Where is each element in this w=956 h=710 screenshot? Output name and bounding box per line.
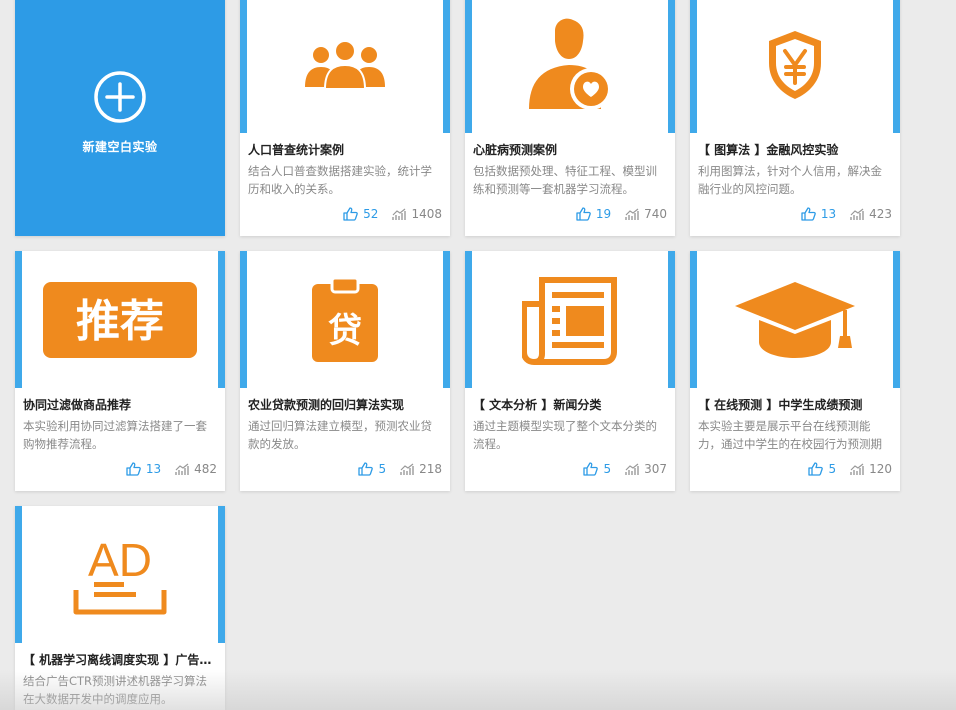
trend-chart-icon	[850, 208, 864, 220]
new-blank-experiment-label: 新建空白实验	[82, 139, 158, 154]
like-count: 13	[145, 462, 162, 476]
card-title: 【 图算法 】金融风控实验	[698, 143, 839, 157]
trend-chart-icon	[175, 463, 189, 475]
view-count-group: 218	[400, 462, 442, 476]
experiment-grid: 新建空白实验 人口普查统计案例 结合人口普查数据搭建实验，统计学历和收入的关系。…	[0, 0, 956, 710]
card-title: 人口普查统计案例	[248, 143, 345, 157]
like-button[interactable]: 13	[801, 207, 836, 221]
trend-chart-icon	[625, 208, 639, 220]
card-title: 农业贷款预测的回归算法实现	[248, 398, 405, 412]
recommend-icon-text: 推荐	[76, 296, 164, 347]
card-thumbnail	[240, 0, 450, 133]
like-button[interactable]: 13	[126, 462, 161, 476]
card-thumbnail	[465, 251, 675, 388]
view-count: 1408	[411, 207, 442, 221]
like-count: 13	[820, 207, 837, 221]
card-thumbnail: 贷	[240, 251, 450, 388]
card-description: 本实验主要是展示平台在线预测能力，通过中学生的在校园行为预测期末成绩。	[698, 419, 882, 451]
card-description: 通过回归算法建立模型，预测农业贷款的发放。	[248, 419, 432, 451]
card-description: 结合人口普查数据搭建实验，统计学历和收入的关系。	[248, 164, 432, 196]
card-title: 【 文本分析 】新闻分类	[473, 398, 602, 412]
thumbs-up-icon	[576, 207, 591, 221]
thumbs-up-icon	[126, 462, 141, 476]
card-stats: 13 423	[801, 207, 892, 221]
trend-chart-icon	[392, 208, 407, 220]
card-stats: 5 307	[583, 462, 667, 476]
experiment-card[interactable]: 【 在线预测 】中学生成绩预测 本实验主要是展示平台在线预测能力，通过中学生的在…	[690, 251, 900, 491]
experiment-card[interactable]: 贷 农业贷款预测的回归算法实现 通过回归算法建立模型，预测农业贷款的发放。 5 …	[240, 251, 450, 491]
card-title: 【 机器学习离线调度实现 】广告CTR预测	[23, 653, 217, 667]
view-count-group: 307	[625, 462, 667, 476]
view-count: 740	[644, 207, 667, 221]
card-stats: 13 482	[126, 462, 217, 476]
card-title: 【 在线预测 】中学生成绩预测	[698, 398, 863, 412]
card-description: 本实验利用协同过滤算法搭建了一套购物推荐流程。	[23, 419, 207, 451]
view-count: 423	[869, 207, 892, 221]
new-blank-experiment-button[interactable]: 新建空白实验	[15, 0, 225, 236]
card-stats: 5 218	[358, 462, 442, 476]
view-count: 120	[869, 462, 892, 476]
like-button[interactable]: 52	[343, 207, 378, 221]
doctor-heart-icon	[529, 18, 612, 110]
view-count-group: 482	[175, 462, 217, 476]
like-count: 19	[595, 207, 612, 221]
card-stats: 5 120	[808, 462, 892, 476]
ad-icon: AD	[73, 534, 167, 614]
thumbs-up-icon	[808, 462, 824, 476]
people-group-icon	[305, 39, 385, 90]
view-count-group: 1408	[392, 207, 442, 221]
card-thumbnail	[690, 251, 900, 388]
loan-icon-text: 贷	[328, 311, 362, 351]
experiment-card[interactable]: AD 【 机器学习离线调度实现 】广告CTR预测 结合广告CTR预测讲述机器学习…	[15, 506, 225, 710]
view-count-group: 740	[625, 207, 667, 221]
trend-chart-icon	[400, 463, 414, 475]
card-title: 心脏病预测案例	[473, 143, 558, 157]
card-description: 利用图算法，针对个人信用，解决金融行业的风控问题。	[698, 164, 882, 196]
experiment-card[interactable]: 心脏病预测案例 包括数据预处理、特征工程、模型训练和预测等一套机器学习流程。 1…	[465, 0, 675, 236]
view-count-group: 423	[850, 207, 892, 221]
experiment-card[interactable]: 人口普查统计案例 结合人口普查数据搭建实验，统计学历和收入的关系。 52 140…	[240, 0, 450, 236]
thumbs-up-icon	[343, 207, 358, 221]
experiment-card[interactable]: 【 图算法 】金融风控实验 利用图算法，针对个人信用，解决金融行业的风控问题。 …	[690, 0, 900, 236]
card-title: 协同过滤做商品推荐	[23, 398, 132, 412]
recommend-icon: 推荐	[43, 281, 197, 358]
card-stats: 19 740	[576, 207, 667, 221]
graduation-cap-icon	[735, 281, 855, 358]
like-button[interactable]: 5	[358, 462, 386, 476]
like-button[interactable]: 5	[583, 462, 611, 476]
view-count: 218	[419, 462, 442, 476]
experiment-card[interactable]: 推荐 协同过滤做商品推荐 本实验利用协同过滤算法搭建了一套购物推荐流程。 13 …	[15, 251, 225, 491]
trend-chart-icon	[850, 463, 864, 475]
card-thumbnail	[465, 0, 675, 133]
like-count: 52	[363, 207, 379, 221]
experiment-card[interactable]: 【 文本分析 】新闻分类 通过主题模型实现了整个文本分类的流程。 5 307	[465, 251, 675, 491]
card-description: 通过主题模型实现了整个文本分类的流程。	[473, 419, 657, 451]
thumbs-up-icon	[583, 462, 599, 476]
card-description: 包括数据预处理、特征工程、模型训练和预测等一套机器学习流程。	[473, 164, 657, 196]
card-thumbnail: 推荐	[15, 251, 225, 388]
like-count: 5	[603, 462, 612, 476]
like-count: 5	[378, 462, 387, 476]
yen-shield-icon	[769, 30, 821, 99]
plus-circle-icon	[94, 70, 146, 123]
view-count: 307	[644, 462, 667, 476]
thumbs-up-icon	[358, 462, 374, 476]
card-thumbnail	[690, 0, 900, 133]
newspaper-icon	[522, 276, 617, 365]
like-count: 5	[828, 462, 837, 476]
card-description: 结合广告CTR预测讲述机器学习算法在大数据开发中的调度应用。	[23, 674, 208, 706]
ad-icon-text: AD	[88, 534, 152, 586]
view-count: 482	[194, 462, 217, 476]
thumbs-up-icon	[801, 207, 816, 221]
card-stats: 52 1408	[343, 207, 442, 221]
loan-clipboard-icon: 贷	[312, 276, 378, 362]
card-thumbnail: AD	[15, 506, 225, 643]
trend-chart-icon	[625, 463, 639, 475]
view-count-group: 120	[850, 462, 892, 476]
like-button[interactable]: 5	[808, 462, 836, 476]
like-button[interactable]: 19	[576, 207, 611, 221]
